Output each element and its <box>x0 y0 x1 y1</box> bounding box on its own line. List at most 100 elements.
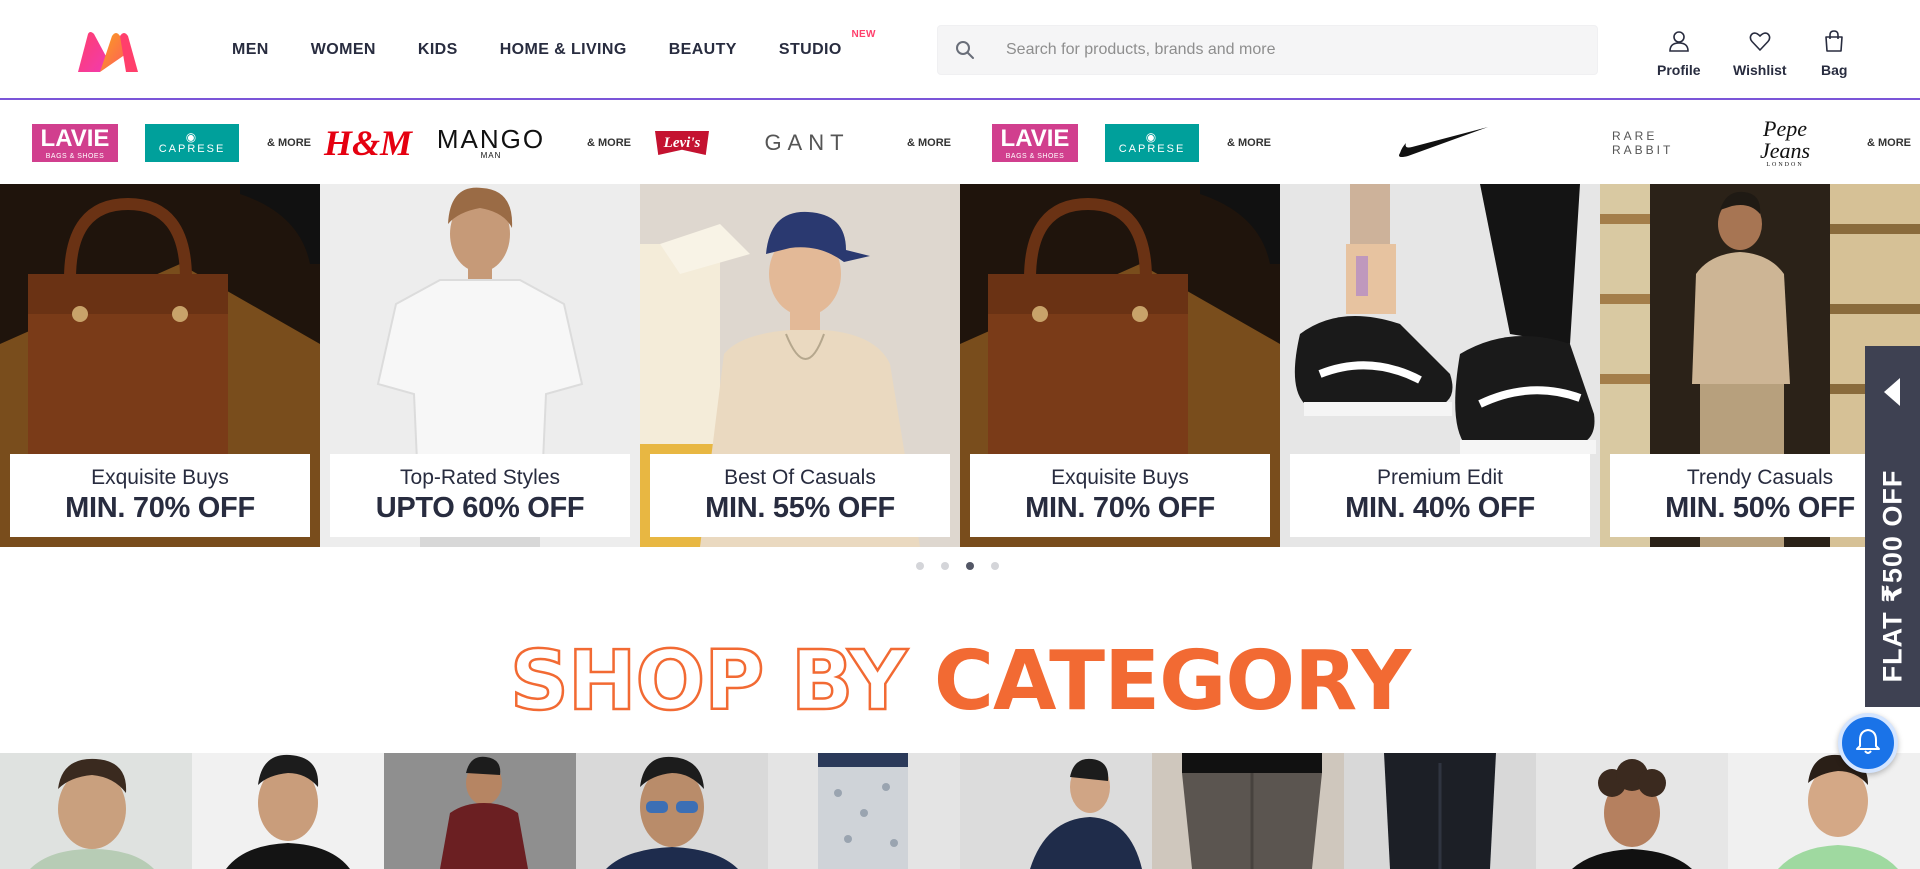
brand-pepe-jeans[interactable]: Pepe Jeans LONDON <box>1740 102 1830 184</box>
category-tile[interactable] <box>960 753 1152 869</box>
category-strip <box>0 753 1920 869</box>
nav-women[interactable]: WOMEN <box>311 41 376 59</box>
heading-fill-text: CATEGORY <box>933 634 1411 729</box>
brand-lavie-name: LAVIE <box>40 124 110 152</box>
nav-studio-label: STUDIO <box>778 41 842 58</box>
brand-levis-name: Levi's <box>655 131 709 155</box>
brand-pepe-name: Pepe Jeans <box>1759 116 1811 163</box>
promo-card[interactable]: Exquisite Buys MIN. 70% OFF <box>960 184 1280 547</box>
caret-left-icon[interactable] <box>1883 378 1902 411</box>
category-tile[interactable] <box>384 753 576 869</box>
promo-offer: MIN. 70% OFF <box>1025 492 1215 524</box>
promo-offer: MIN. 40% OFF <box>1345 492 1535 524</box>
green-shirt-model-image <box>1728 753 1920 869</box>
nike-swoosh-icon <box>1398 123 1490 164</box>
brand-caprese-name: CAPRESE <box>1118 143 1186 155</box>
bag-button[interactable]: Bag <box>1821 30 1847 78</box>
category-tile[interactable] <box>576 753 768 869</box>
section-heading: SHOP BY CATEGORY <box>0 633 1920 731</box>
brand-hm[interactable]: H&M <box>324 102 412 184</box>
side-offer-tab[interactable]: FLAT ₹500 OFF <box>1865 346 1920 707</box>
caprese-mark-icon: ◉ <box>1145 130 1159 144</box>
nav-home-living[interactable]: HOME & LIVING <box>500 41 627 59</box>
heart-icon <box>1749 30 1771 57</box>
nav-kids[interactable]: KIDS <box>418 41 458 59</box>
promo-overlay: Exquisite Buys MIN. 70% OFF <box>10 454 310 537</box>
brand-nike[interactable] <box>1396 102 1492 184</box>
brand-lavie[interactable]: LAVIE BAGS & SHOES <box>992 102 1078 184</box>
brand-lavie-name: LAVIE <box>1000 124 1070 152</box>
brand-mango-name: MANGO <box>436 124 546 154</box>
nav-beauty[interactable]: BEAUTY <box>669 41 737 59</box>
sunglasses-model-image <box>576 753 768 869</box>
promo-carousel: Exquisite Buys MIN. 70% OFF Top-Rated St… <box>0 184 1920 547</box>
promo-offer: MIN. 70% OFF <box>65 492 255 524</box>
notification-bell-button[interactable] <box>1838 713 1898 773</box>
promo-title: Premium Edit <box>1376 466 1504 489</box>
brand-rare-rabbit[interactable]: RARE RABBIT <box>1612 102 1712 184</box>
carousel-dots <box>916 562 999 570</box>
brand-caprese[interactable]: ◉ CAPRESE <box>144 102 240 184</box>
sherwani-model-image <box>192 753 384 869</box>
brand-caprese-name: CAPRESE <box>158 143 226 155</box>
category-tile[interactable] <box>1728 753 1920 869</box>
kurta-model-image <box>0 753 192 869</box>
brand-caprese[interactable]: ◉ CAPRESE <box>1104 102 1200 184</box>
brand-strip: LAVIE BAGS & SHOES ◉ CAPRESE & MORE H&M MA… <box>0 102 1920 184</box>
nav-men[interactable]: MEN <box>232 41 269 59</box>
brand-more[interactable]: & MORE <box>1226 102 1272 184</box>
search-bar[interactable] <box>937 25 1598 75</box>
bell-icon <box>1854 727 1882 760</box>
brand-gant[interactable]: GANT <box>752 102 862 184</box>
promo-offer: MIN. 55% OFF <box>705 492 895 524</box>
promo-card[interactable]: Top-Rated Styles UPTO 60% OFF <box>320 184 640 547</box>
promo-card[interactable]: Premium Edit MIN. 40% OFF <box>1280 184 1600 547</box>
nav-studio[interactable]: STUDIO NEW <box>778 29 876 59</box>
wishlist-button[interactable]: Wishlist <box>1733 30 1787 78</box>
promo-offer: MIN. 50% OFF <box>1665 492 1855 524</box>
promo-overlay: Best Of Casuals MIN. 55% OFF <box>650 454 950 537</box>
category-tile[interactable] <box>0 753 192 869</box>
jeans-image <box>1344 753 1536 869</box>
boxers-image <box>768 753 960 869</box>
heading-outline-text: SHOP BY <box>509 633 909 731</box>
search-input[interactable] <box>992 26 1597 74</box>
new-badge: NEW <box>851 29 876 40</box>
carousel-dot[interactable] <box>991 562 999 570</box>
carousel-dot[interactable] <box>916 562 924 570</box>
promo-offer: UPTO 60% OFF <box>375 492 585 524</box>
myntra-logo[interactable] <box>76 30 140 74</box>
brand-more[interactable]: & MORE <box>906 102 952 184</box>
promo-title: Best Of Casuals <box>724 466 876 489</box>
promo-overlay: Top-Rated Styles UPTO 60% OFF <box>330 454 630 537</box>
main-nav: MEN WOMEN KIDS HOME & LIVING BEAUTY STUD… <box>232 0 884 100</box>
bag-label: Bag <box>1821 62 1848 78</box>
promo-title: Trendy Casuals <box>1686 466 1834 489</box>
search-icon[interactable] <box>938 25 992 75</box>
category-tile[interactable] <box>1344 753 1536 869</box>
brand-mango[interactable]: MANGO MAN <box>436 102 546 184</box>
brand-more[interactable]: & MORE <box>586 102 632 184</box>
carousel-dot[interactable] <box>941 562 949 570</box>
profile-label: Profile <box>1657 62 1701 78</box>
brand-lavie[interactable]: LAVIE BAGS & SHOES <box>32 102 118 184</box>
promo-title: Top-Rated Styles <box>400 466 560 489</box>
promo-overlay: Exquisite Buys MIN. 70% OFF <box>970 454 1270 537</box>
category-tile[interactable] <box>192 753 384 869</box>
promo-overlay: Premium Edit MIN. 40% OFF <box>1290 454 1590 537</box>
category-tile[interactable] <box>1536 753 1728 869</box>
profile-button[interactable]: Profile <box>1657 30 1701 78</box>
tshirt-model-image <box>960 753 1152 869</box>
top-header: MEN WOMEN KIDS HOME & LIVING BEAUTY STUD… <box>0 0 1920 100</box>
brand-lavie-sub: BAGS & SHOES <box>45 152 105 160</box>
category-tile[interactable] <box>768 753 960 869</box>
promo-card[interactable]: Exquisite Buys MIN. 70% OFF <box>0 184 320 547</box>
brand-more[interactable]: & MORE <box>1866 102 1912 184</box>
caprese-mark-icon: ◉ <box>185 130 199 144</box>
carousel-dot-active[interactable] <box>966 562 974 570</box>
brand-more[interactable]: & MORE <box>266 102 312 184</box>
bag-icon <box>1823 30 1845 57</box>
brand-levis[interactable]: Levi's <box>654 102 710 184</box>
category-tile[interactable] <box>1152 753 1344 869</box>
promo-card[interactable]: Best Of Casuals MIN. 55% OFF <box>640 184 960 547</box>
